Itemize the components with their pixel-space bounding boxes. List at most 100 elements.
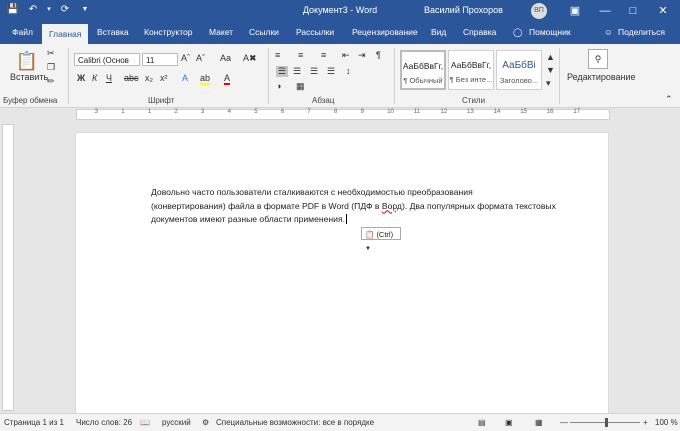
change-case-icon[interactable]: Aa (220, 53, 231, 63)
multilevel-list-icon[interactable]: ≡ (321, 50, 326, 60)
close-button[interactable]: ✕ (655, 3, 671, 19)
maximize-button[interactable]: □ (625, 3, 641, 19)
clipboard-icon: 📋 (365, 230, 375, 239)
increase-indent-icon[interactable]: ⇥ (358, 50, 366, 61)
ribbon: 📋 Вставить ✂ ❐ ✏ Буфер обмена Calibri (О… (0, 44, 680, 108)
zoom-slider-thumb[interactable] (605, 418, 608, 427)
paragraph-group-label: Абзац (312, 96, 335, 105)
superscript-icon[interactable]: x² (160, 73, 168, 83)
align-right-icon[interactable]: ☰ (310, 66, 318, 77)
page-count[interactable]: Страница 1 из 1 (4, 418, 64, 427)
font-size-select[interactable]: 11 (142, 53, 178, 66)
tab-design[interactable]: Конструктор (144, 27, 192, 37)
zoom-out-icon[interactable]: — (560, 418, 568, 427)
paste-options-button[interactable]: 📋 (Ctrl) ▼ (361, 227, 401, 252)
bold-icon[interactable]: Ж (77, 73, 85, 83)
web-layout-icon[interactable]: ▦ (535, 418, 543, 427)
search-icon[interactable]: ⚲ (588, 49, 608, 69)
ribbon-display-options-icon[interactable]: ▣ (567, 3, 583, 19)
ruler-track[interactable] (76, 109, 610, 120)
tab-review[interactable]: Рецензирование (352, 27, 418, 37)
align-left-icon[interactable]: ☰ (276, 66, 288, 77)
styles-scroll-up-icon[interactable]: ▲ (546, 52, 555, 62)
justify-icon[interactable]: ☰ (327, 66, 335, 77)
cut-icon[interactable]: ✂ (47, 48, 55, 59)
borders-icon[interactable]: ▦ (296, 81, 305, 92)
ruler-mark: 8 (334, 109, 338, 115)
style-heading[interactable]: АаБбВі Заголово... (496, 50, 542, 90)
text-effects-icon[interactable]: A (182, 73, 188, 83)
zoom-in-icon[interactable]: + (643, 418, 648, 427)
decrease-indent-icon[interactable]: ⇤ (342, 50, 350, 61)
tab-file[interactable]: Файл (12, 27, 33, 37)
accessibility-icon[interactable]: ⚙ (202, 418, 209, 427)
vertical-ruler (2, 124, 14, 411)
styles-scroll-down-icon[interactable]: ▼ (546, 65, 555, 75)
ruler-mark: 1 (147, 109, 152, 115)
zoom-level[interactable]: 100 % (655, 418, 678, 427)
numbering-icon[interactable]: ≡ (298, 50, 303, 60)
highlight-icon[interactable]: ab (200, 73, 211, 85)
text-cursor (345, 214, 347, 224)
bullets-icon[interactable]: ≡ (275, 50, 280, 60)
styles-more-icon[interactable]: ▾ (546, 78, 551, 89)
accessibility-status[interactable]: Специальные возможности: все в порядке (216, 418, 374, 427)
proofing-icon[interactable]: 📖 (140, 418, 150, 427)
align-center-icon[interactable]: ☰ (293, 66, 301, 77)
show-marks-icon[interactable]: ¶ (376, 50, 381, 60)
clipboard-icon: 📋 (15, 51, 39, 71)
font-color-icon[interactable]: A (224, 73, 231, 85)
subscript-icon[interactable]: x₂ (145, 73, 153, 83)
misspelled-word[interactable]: Ворд (382, 201, 402, 211)
minimize-button[interactable]: — (597, 3, 613, 19)
format-painter-icon[interactable]: ✏ (47, 76, 55, 87)
ruler-mark: 5 (254, 109, 258, 115)
collapse-ribbon-icon[interactable]: ⌃ (665, 94, 673, 105)
ruler-mark: 15 (520, 109, 527, 115)
word-count[interactable]: Число слов: 26 (76, 418, 132, 427)
tab-insert[interactable]: Вставка (97, 27, 129, 37)
style-name: ¶ Обычный (403, 76, 443, 85)
tab-references[interactable]: Ссылки (249, 27, 279, 37)
font-name-select[interactable]: Calibri (Основ (74, 53, 140, 66)
document-body[interactable]: Довольно часто пользователи сталкиваются… (151, 186, 591, 227)
ruler-mark: 14 (493, 109, 501, 115)
document-page[interactable] (76, 133, 608, 413)
font-group-label: Шрифт (148, 96, 175, 105)
style-no-spacing[interactable]: АаБбВвГг, ¶ Без инте... (448, 50, 494, 90)
shrink-font-icon[interactable]: Aˇ (196, 53, 205, 63)
paste-label: Вставить (10, 72, 49, 82)
avatar[interactable]: ВП (531, 3, 547, 19)
style-sample: АаБбВвГг, (450, 60, 492, 70)
strikethrough-icon[interactable]: abc (124, 73, 139, 83)
print-layout-icon[interactable]: ▣ (505, 418, 513, 427)
tab-view[interactable]: Вид (431, 27, 446, 37)
text-line: Довольно часто пользователи сталкиваются… (151, 187, 473, 197)
tell-me-box[interactable]: Помощник (529, 27, 571, 37)
copy-icon[interactable]: ❐ (47, 62, 55, 73)
ruler-mark: 7 (307, 109, 311, 115)
user-name[interactable]: Василий Прохоров (424, 5, 503, 15)
tab-mailings[interactable]: Рассылки (296, 27, 334, 37)
line-spacing-icon[interactable]: ↕ (346, 66, 351, 76)
language[interactable]: русский (162, 418, 191, 427)
style-name: Заголово... (499, 76, 539, 85)
underline-icon[interactable]: Ч (106, 73, 112, 83)
italic-icon[interactable]: К (92, 73, 97, 83)
ruler-mark: 12 (440, 109, 448, 115)
editing-button[interactable]: Редактирование (567, 72, 636, 82)
shading-icon[interactable]: ◑ (276, 81, 281, 91)
group-divider (394, 48, 395, 104)
share-button[interactable]: Поделиться (618, 27, 665, 37)
tab-layout[interactable]: Макет (209, 27, 233, 37)
style-normal[interactable]: АаБбВвГг, ¶ Обычный (400, 50, 446, 90)
grow-font-icon[interactable]: Aˆ (181, 53, 190, 63)
ruler-mark: 1 (121, 109, 125, 115)
tab-home[interactable]: Главная (42, 24, 89, 44)
clear-formatting-icon[interactable]: A✖ (243, 53, 257, 64)
read-mode-icon[interactable]: ▤ (478, 418, 486, 427)
paste-options-label: (Ctrl) (376, 230, 394, 239)
paste-button[interactable]: 📋 Вставить (10, 50, 49, 90)
clipboard-group-label: Буфер обмена (3, 96, 58, 105)
tab-help[interactable]: Справка (463, 27, 496, 37)
